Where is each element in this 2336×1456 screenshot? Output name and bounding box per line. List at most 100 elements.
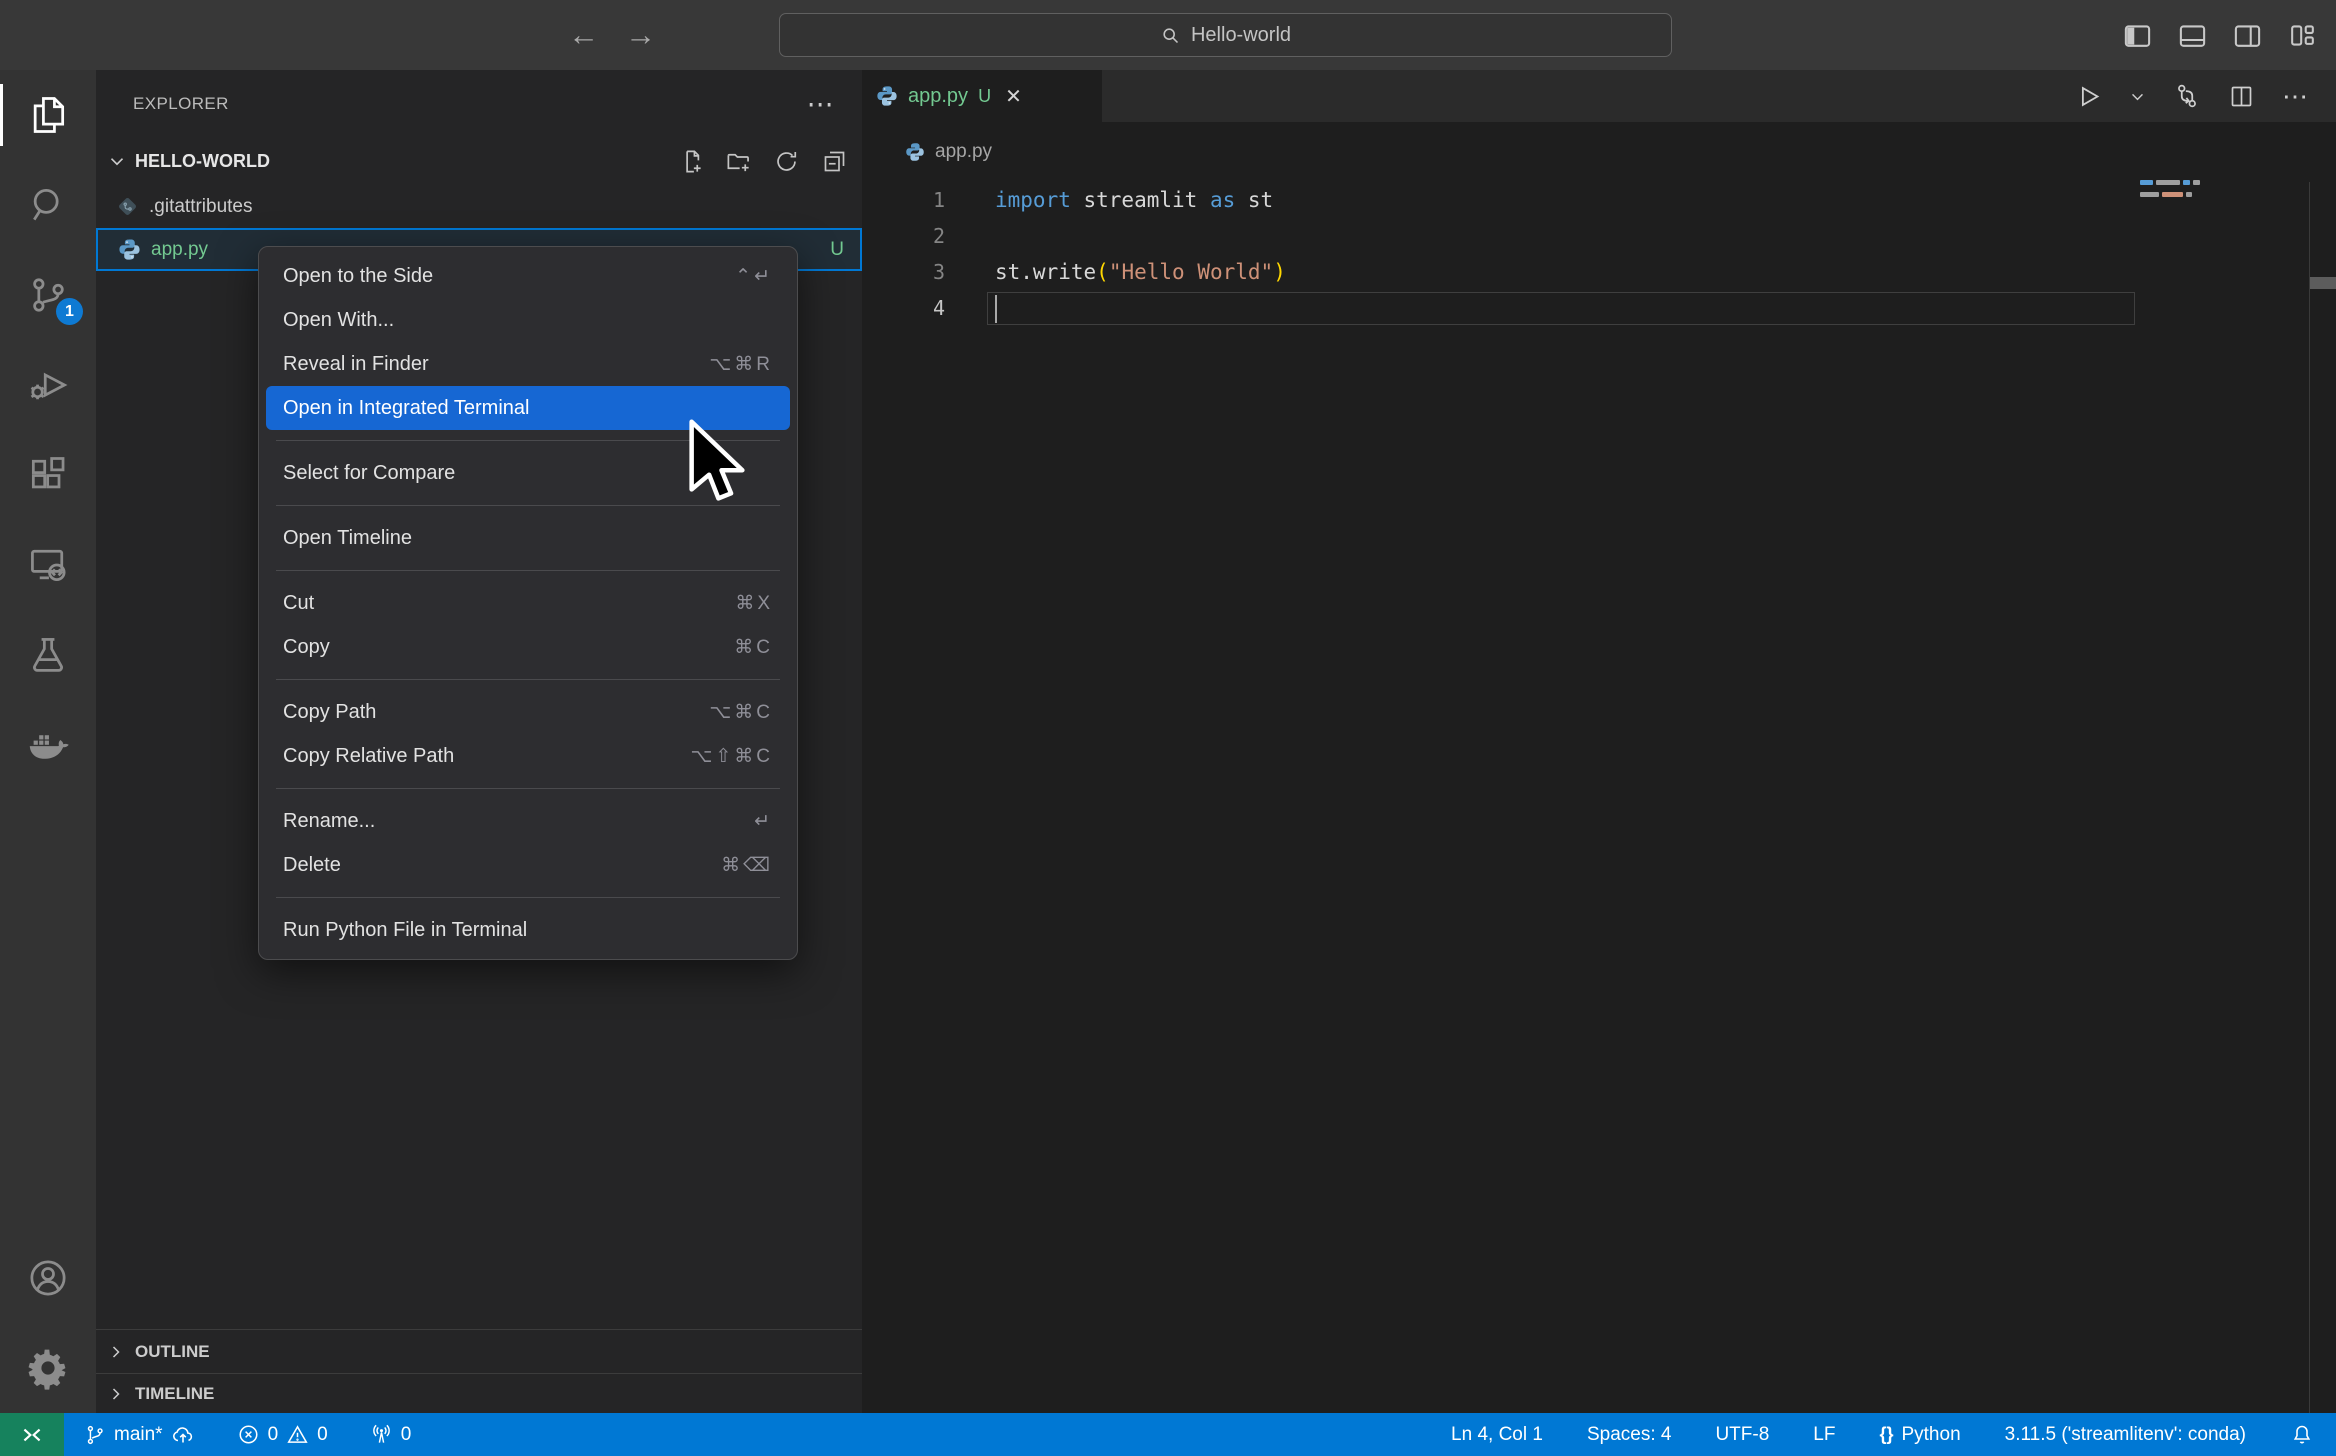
language-label: Python	[1901, 1424, 1960, 1446]
menu-item-rename[interactable]: Rename...↵	[266, 799, 790, 843]
collapse-all-icon[interactable]	[821, 148, 848, 175]
menu-separator	[276, 897, 780, 898]
scrollbar-thumb[interactable]	[2310, 277, 2336, 289]
errors-icon	[237, 1423, 260, 1446]
extensions-icon	[26, 453, 70, 497]
menu-item-select-for-compare[interactable]: Select for Compare	[266, 451, 790, 495]
forward-icon[interactable]: →	[625, 17, 656, 53]
breadcrumb[interactable]: app.py	[862, 122, 2336, 182]
eol-status[interactable]: LF	[1813, 1424, 1835, 1446]
workspace-folder-name: HELLO-WORLD	[135, 151, 270, 172]
activity-bar: 1	[0, 70, 96, 1413]
title-bar: ← → Hello-world	[0, 0, 2336, 70]
activity-remote-explorer[interactable]	[0, 520, 96, 610]
ports-status[interactable]: 0	[370, 1423, 412, 1446]
activity-extensions[interactable]	[0, 430, 96, 520]
new-file-icon[interactable]	[677, 148, 704, 175]
activity-source-control[interactable]: 1	[0, 250, 96, 340]
split-editor-icon[interactable]	[2228, 83, 2255, 110]
scrollbar-track-edge	[2309, 182, 2310, 1413]
close-icon[interactable]: ✕	[1005, 84, 1022, 109]
toggle-sidebar-icon[interactable]	[2122, 20, 2153, 51]
activity-docker[interactable]	[0, 700, 96, 790]
menu-separator	[276, 679, 780, 680]
menu-item-run-python-file-in-terminal[interactable]: Run Python File in Terminal	[266, 908, 790, 952]
menu-item-reveal-in-finder[interactable]: Reveal in Finder⌥⌘R	[266, 342, 790, 386]
tab-app-py[interactable]: app.py U ✕	[862, 70, 1102, 122]
minimap[interactable]	[2140, 180, 2220, 204]
window-title: Hello-world	[1191, 24, 1291, 47]
indentation-status[interactable]: Spaces: 4	[1587, 1424, 1672, 1446]
cursor-position-status[interactable]: Ln 4, Col 1	[1451, 1424, 1543, 1446]
tab-git-badge: U	[978, 86, 991, 107]
menu-item-delete[interactable]: Delete⌘⌫	[266, 843, 790, 887]
menu-item-copy[interactable]: Copy⌘C	[266, 625, 790, 669]
menu-item-open-to-the-side[interactable]: Open to the Side⌃↵	[266, 254, 790, 298]
toggle-secondary-sidebar-icon[interactable]	[2232, 20, 2263, 51]
git-file-icon	[116, 195, 139, 218]
toggle-panel-icon[interactable]	[2177, 20, 2208, 51]
python-file-icon	[876, 85, 898, 107]
activity-explorer[interactable]	[0, 70, 96, 160]
activity-testing[interactable]	[0, 610, 96, 700]
editor-group: app.py U ✕ ⋯ app.py 1 import streamlit a…	[862, 70, 2336, 1413]
python-interpreter-status[interactable]: 3.11.5 ('streamlitenv': conda)	[2005, 1424, 2246, 1446]
code-area[interactable]: 1 import streamlit as st 2 3 st.write("H…	[862, 182, 2336, 326]
menu-item-open-timeline[interactable]: Open Timeline	[266, 516, 790, 560]
file-row-gitattributes[interactable]: .gitattributes	[96, 185, 862, 228]
file-name: app.py	[151, 239, 208, 261]
explorer-title: EXPLORER	[133, 94, 229, 114]
code-line: 3 st.write("Hello World")	[862, 254, 2336, 290]
line-number: 3	[862, 260, 945, 284]
activity-search[interactable]	[0, 160, 96, 250]
menu-item-cut[interactable]: Cut⌘X	[266, 581, 790, 625]
command-center-search[interactable]: Hello-world	[779, 13, 1672, 57]
encoding-status[interactable]: UTF-8	[1715, 1424, 1769, 1446]
search-icon	[26, 183, 70, 227]
timeline-label: TIMELINE	[135, 1384, 214, 1404]
warnings-count: 0	[317, 1424, 328, 1446]
explorer-more-actions-icon[interactable]: ⋯	[807, 94, 834, 114]
status-bar: main* 0 0 0 Ln 4, Col 1 Spaces: 4 UTF-8 …	[0, 1413, 2336, 1456]
docker-whale-icon	[25, 722, 71, 768]
menu-item-open-with[interactable]: Open With...	[266, 298, 790, 342]
settings-button[interactable]	[0, 1323, 96, 1413]
notifications-bell-icon[interactable]	[2290, 1423, 2314, 1447]
code-line: 1 import streamlit as st	[862, 182, 2336, 218]
line-number: 2	[862, 224, 945, 248]
ports-count: 0	[401, 1424, 412, 1446]
timeline-section-header[interactable]: TIMELINE	[96, 1373, 862, 1413]
menu-item-open-in-integrated-terminal[interactable]: Open in Integrated Terminal	[266, 386, 790, 430]
activity-run-debug[interactable]	[0, 340, 96, 430]
run-dropdown-chevron-icon[interactable]	[2129, 88, 2146, 105]
menu-separator	[276, 788, 780, 789]
branch-status[interactable]: main*	[84, 1423, 195, 1447]
run-python-file-icon[interactable]	[2075, 83, 2102, 110]
code-line: 2	[862, 218, 2336, 254]
tab-label: app.py	[908, 85, 968, 108]
text-cursor	[995, 295, 997, 323]
refresh-icon[interactable]	[773, 148, 800, 175]
outline-label: OUTLINE	[135, 1342, 210, 1362]
errors-count: 0	[268, 1424, 279, 1446]
outline-section-header[interactable]: OUTLINE	[96, 1329, 862, 1373]
chevron-down-icon	[106, 150, 128, 172]
gear-icon	[26, 1346, 70, 1390]
remote-indicator[interactable]	[0, 1413, 64, 1456]
git-branch-icon	[84, 1424, 106, 1446]
back-icon[interactable]: ←	[568, 17, 599, 53]
new-folder-icon[interactable]	[725, 148, 752, 175]
tab-bar: app.py U ✕ ⋯	[862, 70, 2336, 122]
source-control-badge: 1	[56, 298, 83, 325]
open-changes-icon[interactable]	[2173, 82, 2201, 110]
menu-item-copy-path[interactable]: Copy Path⌥⌘C	[266, 690, 790, 734]
customize-layout-icon[interactable]	[2287, 20, 2318, 51]
language-mode-status[interactable]: {} Python	[1879, 1424, 1960, 1446]
editor-more-actions-icon[interactable]: ⋯	[2282, 81, 2308, 112]
problems-status[interactable]: 0 0	[237, 1423, 328, 1446]
accounts-button[interactable]	[0, 1233, 96, 1323]
menu-item-copy-relative-path[interactable]: Copy Relative Path⌥⇧⌘C	[266, 734, 790, 778]
menu-separator	[276, 440, 780, 441]
warnings-icon	[286, 1423, 309, 1446]
workspace-folder-header[interactable]: HELLO-WORLD	[96, 139, 862, 183]
